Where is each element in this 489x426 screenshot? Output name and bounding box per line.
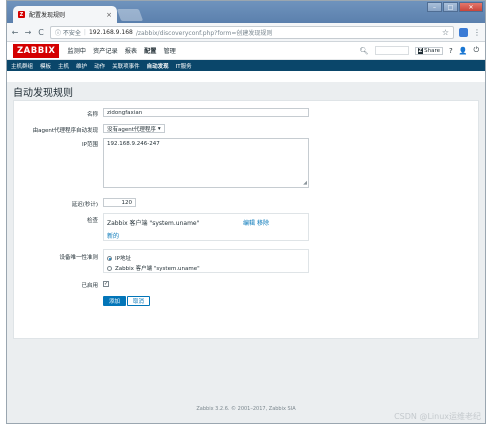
header-tools: 🔍︎ Z Share ? 👤 ⏻ [360,46,479,55]
zabbix-header: ZABBIX 监测中 资产记录 报表 配置 管理 🔍︎ Z Share ? 👤 … [7,42,485,60]
browser-tab[interactable]: Z 配置发现规则 × [13,6,117,23]
url-separator: | [83,28,86,36]
window-controls: – □ ✕ [427,2,483,12]
cancel-button[interactable]: 取消 [127,296,151,306]
forward-icon[interactable]: → [24,28,32,37]
resize-handle-icon[interactable]: ◢ [303,180,307,186]
add-button[interactable]: 添加 [103,296,127,306]
delay-label: 延迟(秒计) [71,202,98,208]
watermark: CSDN @Linux运维老纪 [394,412,481,421]
main-menu: 监测中 资产记录 报表 配置 管理 [67,46,175,55]
submenu-it-services[interactable]: IT服务 [176,62,192,70]
radio-selected-icon [107,255,112,261]
iprange-value: 192.168.9.246-247 [107,141,160,147]
close-window-button[interactable]: ✕ [459,2,483,12]
uniqueness-option-agent[interactable]: Zabbix 客户端 "system.uname" [107,264,200,272]
check-edit-link[interactable]: 编辑 [243,218,255,227]
submenu-host-groups[interactable]: 主机群组 [11,62,33,70]
share-label: Share [424,47,441,54]
iprange-label: IP范围 [82,142,98,148]
menu-reports[interactable]: 报表 [125,46,137,55]
iprange-textarea[interactable]: 192.168.9.246-247 ◢ [103,138,309,188]
zabbix-logo[interactable]: ZABBIX [13,43,60,58]
delay-input[interactable]: 120 [103,198,136,207]
bookmark-star-icon[interactable]: ☆ [442,28,449,37]
submenu-discovery[interactable]: 自动发现 [147,62,169,70]
main-content: 自动发现规则 名称 zidongfaxian 由agent代理程序自动发现 没有… [7,82,485,423]
uniqueness-option-agent-label: Zabbix 客户端 "system.uname" [115,266,200,272]
extension-icon[interactable] [459,27,468,37]
user-profile-icon[interactable]: 👤 [459,47,468,55]
checks-box: Zabbix 客户端 "system.uname" 编辑 移除 新的 [103,213,309,241]
new-tab-button[interactable] [116,9,144,21]
sign-out-icon[interactable]: ⏻ [473,46,479,55]
submenu-hosts[interactable]: 主机 [58,62,69,70]
checks-label: 检查 [86,218,98,224]
zabbix-favicon-icon: Z [18,11,25,18]
enabled-checkbox[interactable]: ✓ [103,281,109,287]
check-item-label: Zabbix 客户端 "system.uname" [107,220,200,227]
url-host: 192.168.9.168 [88,28,133,36]
check-remove-link[interactable]: 移除 [257,218,269,227]
proxy-select[interactable]: 没有agent代理程序 ▾ [103,124,165,133]
search-input[interactable] [374,46,409,55]
discovery-rule-form: 名称 zidongfaxian 由agent代理程序自动发现 没有agent代理… [13,100,479,339]
sub-menu: 主机群组 模板 主机 维护 动作 关联项事件 自动发现 IT服务 [7,60,485,71]
submenu-templates[interactable]: 模板 [40,62,51,70]
uniqueness-option-ip-label: IP地址 [115,256,131,262]
uniqueness-option-ip[interactable]: IP地址 [107,254,131,262]
menu-administration[interactable]: 管理 [163,46,175,55]
menu-inventory[interactable]: 资产记录 [93,46,118,55]
help-icon[interactable]: ? [449,47,453,55]
submenu-actions[interactable]: 动作 [94,62,105,70]
proxy-label: 由agent代理程序自动发现 [32,128,98,134]
uniqueness-label: 设备唯一性准则 [59,255,98,261]
security-label[interactable]: ⓘ 不安全 [55,28,81,37]
browser-window: Z 配置发现规则 × – □ ✕ ← → C ⓘ 不安全 | 192.168.9… [6,0,486,424]
name-label: 名称 [86,112,98,118]
tab-title: 配置发现规则 [29,12,66,19]
tab-close-icon[interactable]: × [106,11,112,19]
uniqueness-box: IP地址 Zabbix 客户端 "system.uname" [103,249,309,273]
share-logo-icon: Z [417,47,424,54]
tab-strip: Z 配置发现规则 × – □ ✕ [7,1,485,23]
back-icon[interactable]: ← [11,28,19,37]
minimize-button[interactable]: – [427,2,442,12]
reload-icon[interactable]: C [37,28,45,37]
submenu-correlation[interactable]: 关联项事件 [112,62,140,70]
url-path: /zabbix/discoveryconf.php?form=创建发现规则 [135,29,273,37]
enabled-label: 已启用 [81,283,98,289]
share-button[interactable]: Z Share [414,46,444,55]
maximize-button[interactable]: □ [443,2,458,12]
proxy-selected-value: 没有agent代理程序 [107,126,156,133]
url-input[interactable]: ⓘ 不安全 | 192.168.9.168/zabbix/discoveryco… [50,25,454,39]
search-icon[interactable]: 🔍︎ [360,47,369,55]
menu-configuration[interactable]: 配置 [144,46,156,55]
submenu-maintenance[interactable]: 维护 [76,62,87,70]
address-bar: ← → C ⓘ 不安全 | 192.168.9.168/zabbix/disco… [7,23,485,42]
chevron-down-icon: ▾ [157,125,161,132]
menu-monitoring[interactable]: 监测中 [67,46,86,55]
page-title: 自动发现规则 [13,88,73,99]
name-input[interactable]: zidongfaxian [103,108,309,117]
radio-unselected-icon [107,265,112,271]
check-new-link[interactable]: 新的 [107,231,119,240]
browser-menu-icon[interactable]: ⋮ [473,28,481,37]
